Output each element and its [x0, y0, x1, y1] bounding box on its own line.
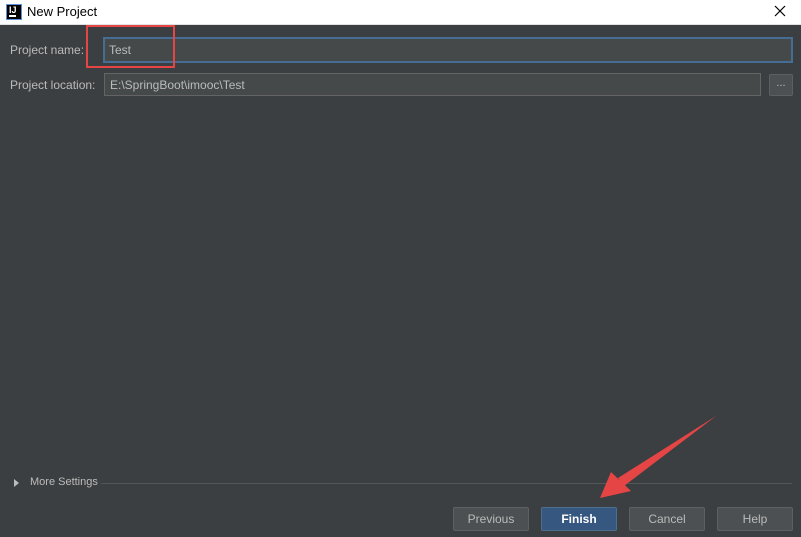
- cancel-button[interactable]: Cancel: [629, 507, 705, 531]
- project-location-input[interactable]: [104, 73, 761, 96]
- help-button[interactable]: Help: [717, 507, 793, 531]
- separator: [101, 483, 792, 484]
- project-name-input[interactable]: [103, 37, 793, 63]
- project-location-label: Project location:: [10, 78, 96, 92]
- triangle-right-icon: [14, 479, 19, 487]
- title-bar: IJ New Project: [0, 0, 801, 25]
- window-title: New Project: [27, 4, 98, 19]
- previous-button[interactable]: Previous: [453, 507, 529, 531]
- browse-button[interactable]: ...: [769, 74, 793, 96]
- finish-button[interactable]: Finish: [541, 507, 617, 531]
- intellij-icon: IJ: [6, 4, 22, 20]
- more-settings-label: More Settings: [30, 476, 98, 488]
- close-icon[interactable]: [773, 4, 787, 18]
- project-name-label: Project name:: [10, 43, 85, 57]
